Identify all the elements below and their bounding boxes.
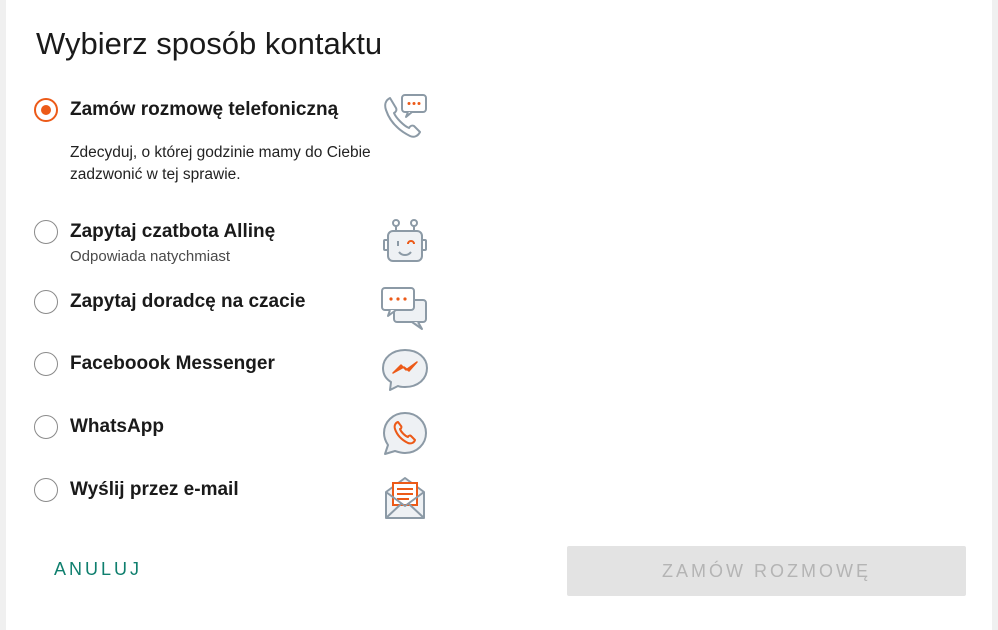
option-label: Zapytaj doradcę na czacie [70,291,306,312]
radio-messenger[interactable] [34,352,58,376]
option-label: Zapytaj czatbota Allinę [70,221,276,242]
option-label: Faceboook Messenger [70,353,275,374]
option-advisor-chat[interactable]: Zapytaj doradcę na czacie [34,287,434,330]
option-label: Wyślij przez e-mail [70,479,239,500]
option-email[interactable]: Wyślij przez e-mail [34,477,434,519]
chatbot-robot-icon [380,218,430,268]
messenger-icon [380,346,430,396]
phone-chat-icon [380,92,430,142]
option-messenger[interactable]: Faceboook Messenger [34,349,434,391]
option-description: Zdecyduj, o której godzinie mamy do Cieb… [70,144,371,183]
option-label: Zamów rozmowę telefoniczną [70,99,339,120]
dialog-title: Wybierz sposób kontaktu [36,26,383,61]
option-subtext: Odpowiada natychmiast [70,248,231,265]
radio-phone-call[interactable] [34,98,58,122]
option-label: WhatsApp [70,416,164,437]
option-phone-call[interactable]: Zamów rozmowę telefoniczną Zdecyduj, o k… [34,94,434,194]
radio-chatbot[interactable] [34,220,58,244]
cancel-button[interactable]: ANULUJ [54,559,142,580]
radio-email[interactable] [34,478,58,502]
radio-whatsapp[interactable] [34,415,58,439]
radio-advisor-chat[interactable] [34,290,58,314]
whatsapp-icon [380,409,430,459]
contact-dialog: Wybierz sposób kontaktu Zamów rozmowę te… [6,0,992,630]
order-call-button[interactable]: ZAMÓW ROZMOWĘ [567,546,966,596]
option-whatsapp[interactable]: WhatsApp [34,412,434,455]
option-chatbot[interactable]: Zapytaj czatbota Allinę Odpowiada natych… [34,219,434,265]
chat-bubbles-icon [380,284,430,334]
email-envelope-icon [380,474,430,524]
